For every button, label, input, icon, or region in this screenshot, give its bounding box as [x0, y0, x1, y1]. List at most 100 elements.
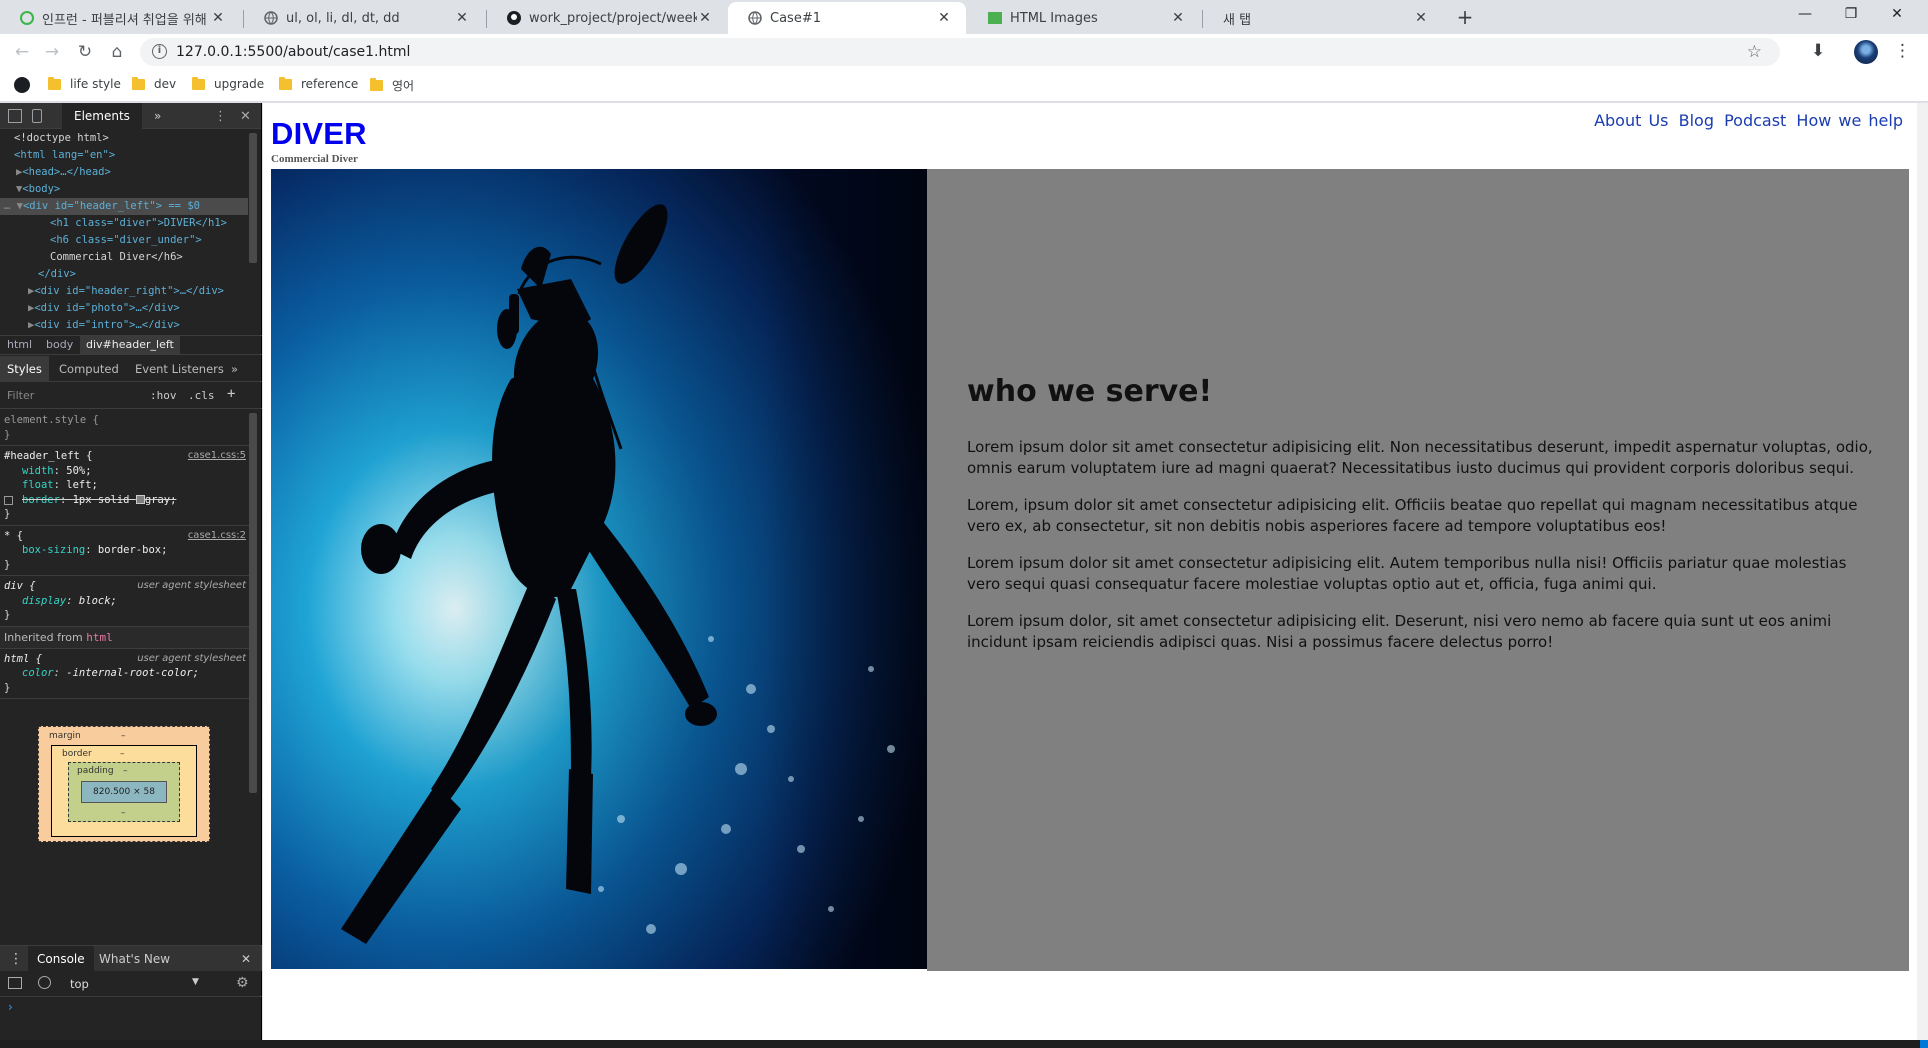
- profile-avatar[interactable]: [1854, 40, 1878, 64]
- console-prompt[interactable]: ›: [8, 1000, 13, 1014]
- tab-event-listeners[interactable]: Event Listeners: [128, 356, 231, 382]
- reload-icon[interactable]: ↻: [73, 40, 97, 64]
- close-icon[interactable]: ✕: [454, 10, 470, 26]
- rule-source-link[interactable]: case1.css:2: [188, 529, 246, 544]
- dom-line[interactable]: <h1 class="diver">DIVER</h1>: [0, 215, 248, 232]
- github-bookmark[interactable]: [14, 77, 40, 93]
- context-selector[interactable]: top: [70, 977, 89, 991]
- bookmark-star-icon[interactable]: ☆: [1747, 42, 1762, 62]
- css-property: display: block;: [22, 594, 117, 607]
- minimize-icon[interactable]: —: [1782, 0, 1828, 30]
- chevron-down-icon[interactable]: ▼: [192, 977, 199, 987]
- dom-scrollbar[interactable]: [249, 133, 257, 263]
- property-checkbox[interactable]: [4, 495, 13, 505]
- color-swatch[interactable]: [135, 494, 145, 504]
- close-icon[interactable]: ✕: [936, 10, 952, 26]
- css-property-disabled[interactable]: border: 1px solid gray;: [4, 493, 246, 508]
- box-model-border: border – padding – 820.500 × 58 –: [51, 745, 197, 837]
- dom-line[interactable]: <html lang="en">: [0, 147, 248, 164]
- styles-filter-input[interactable]: Filter: [2, 386, 140, 405]
- new-tab-button[interactable]: +: [1452, 5, 1478, 31]
- site-logo[interactable]: DIVER: [271, 116, 367, 152]
- tab-computed[interactable]: Computed: [52, 356, 126, 382]
- tab-github[interactable]: work_project/project/week2 at ✕: [487, 2, 727, 34]
- bookmark-folder[interactable]: upgrade: [192, 76, 264, 91]
- nav-blog[interactable]: Blog: [1679, 111, 1714, 130]
- dom-line[interactable]: ▶<div id="intro">…</div>: [0, 317, 248, 328]
- dom-line[interactable]: Commercial Diver</h6>: [0, 249, 248, 266]
- bookmark-folder[interactable]: reference: [279, 76, 358, 91]
- styles-subtabs: Styles Computed Event Listeners »: [0, 356, 262, 382]
- close-drawer-icon[interactable]: ✕: [232, 946, 260, 972]
- download-icon[interactable]: ⬇: [1811, 41, 1825, 61]
- more-tabs-icon[interactable]: »: [142, 103, 173, 129]
- nav-podcast[interactable]: Podcast: [1724, 111, 1786, 130]
- box-model-padding: padding – 820.500 × 58 –: [68, 762, 180, 822]
- close-icon[interactable]: ✕: [1413, 10, 1429, 26]
- tab-elements[interactable]: Elements: [62, 102, 142, 129]
- dom-line[interactable]: <!doctype html>: [0, 130, 248, 147]
- menu-icon[interactable]: ⋮: [1894, 41, 1911, 61]
- dom-line[interactable]: ▶<div id="header_right">…</div>: [0, 283, 248, 300]
- css-property[interactable]: box-sizing: border-box;: [4, 543, 246, 558]
- styles-scrollbar[interactable]: [249, 413, 257, 793]
- box-model-content[interactable]: 820.500 × 58: [81, 781, 167, 803]
- sidebar-toggle-icon[interactable]: [8, 977, 22, 989]
- close-devtools-icon[interactable]: ✕: [240, 109, 251, 124]
- close-icon[interactable]: ✕: [697, 10, 713, 26]
- back-icon[interactable]: ←: [10, 40, 34, 64]
- cls-toggle[interactable]: .cls: [188, 389, 215, 402]
- nav-how-we-help[interactable]: How we help: [1796, 111, 1903, 130]
- info-icon[interactable]: i: [152, 44, 167, 59]
- dom-line-selected[interactable]: … ▼<div id="header_left"> == $0: [0, 198, 248, 215]
- tab-new-tab[interactable]: 새 탭 ✕: [1203, 2, 1443, 34]
- close-window-icon[interactable]: ✕: [1874, 0, 1920, 30]
- breadcrumb-item[interactable]: body: [46, 336, 73, 354]
- tab-console[interactable]: Console: [28, 946, 94, 972]
- breadcrumb-item[interactable]: html: [7, 336, 32, 354]
- bookmark-folder[interactable]: life style: [48, 76, 121, 91]
- intro-paragraph: Lorem ipsum dolor, sit amet consectetur …: [967, 612, 1832, 651]
- restore-icon[interactable]: ❐: [1828, 0, 1874, 30]
- tab-case1[interactable]: Case#1 ✕: [728, 2, 966, 34]
- css-property[interactable]: float: left;: [4, 478, 246, 493]
- tab-styles[interactable]: Styles: [0, 356, 49, 382]
- dom-line[interactable]: <h6 class="diver_under">: [0, 232, 248, 249]
- gear-icon[interactable]: ⚙: [236, 975, 249, 991]
- inherited-element-link[interactable]: html: [86, 631, 113, 644]
- home-icon[interactable]: ⌂: [105, 40, 129, 64]
- inherited-header: Inherited from html: [0, 626, 250, 649]
- forward-icon[interactable]: →: [40, 40, 64, 64]
- more-tabs-icon[interactable]: »: [224, 356, 245, 382]
- close-icon[interactable]: ✕: [1170, 10, 1186, 26]
- inspect-icon[interactable]: [8, 108, 22, 123]
- nav-about-us[interactable]: About Us: [1594, 111, 1668, 130]
- url-text[interactable]: 127.0.0.1:5500/about/case1.html: [176, 44, 410, 60]
- w3schools-icon: [988, 11, 1002, 25]
- dom-line[interactable]: ▼<body>: [0, 181, 248, 198]
- tab-whats-new[interactable]: What's New: [90, 946, 179, 972]
- add-rule-icon[interactable]: +: [227, 386, 235, 402]
- folder-icon: [279, 76, 292, 90]
- globe-icon: [264, 11, 278, 25]
- bookmark-folder[interactable]: dev: [132, 76, 176, 91]
- css-property[interactable]: width: 50%;: [4, 464, 246, 479]
- kebab-menu-icon[interactable]: ⋮: [214, 109, 227, 124]
- device-toolbar-icon[interactable]: [32, 108, 42, 123]
- tab-inflearn[interactable]: 인프런 - 퍼블리셔 취업을 위해 ✕: [0, 2, 240, 34]
- dom-line[interactable]: ▶<div id="photo">…</div>: [0, 300, 248, 317]
- css-property: color: -internal-root-color;: [22, 667, 200, 679]
- breadcrumb-item[interactable]: div#header_left: [80, 336, 180, 354]
- rule-source-link[interactable]: case1.css:5: [188, 449, 246, 464]
- tab-html-images[interactable]: HTML Images ✕: [968, 2, 1200, 34]
- hov-toggle[interactable]: :hov: [150, 389, 177, 402]
- address-bar[interactable]: i 127.0.0.1:5500/about/case1.html ☆: [140, 38, 1780, 66]
- tab-ul-ol[interactable]: ul, ol, li, dl, dt, dd ✕: [244, 2, 484, 34]
- bookmark-folder[interactable]: 영어: [370, 77, 414, 94]
- dom-line[interactable]: ▶<head>…</head>: [0, 164, 248, 181]
- close-icon[interactable]: ✕: [210, 10, 226, 26]
- tab-title: HTML Images: [1010, 10, 1098, 26]
- dom-line[interactable]: </div>: [0, 266, 248, 283]
- clear-console-icon[interactable]: [38, 976, 51, 989]
- page-scrollbar[interactable]: [1917, 103, 1928, 1040]
